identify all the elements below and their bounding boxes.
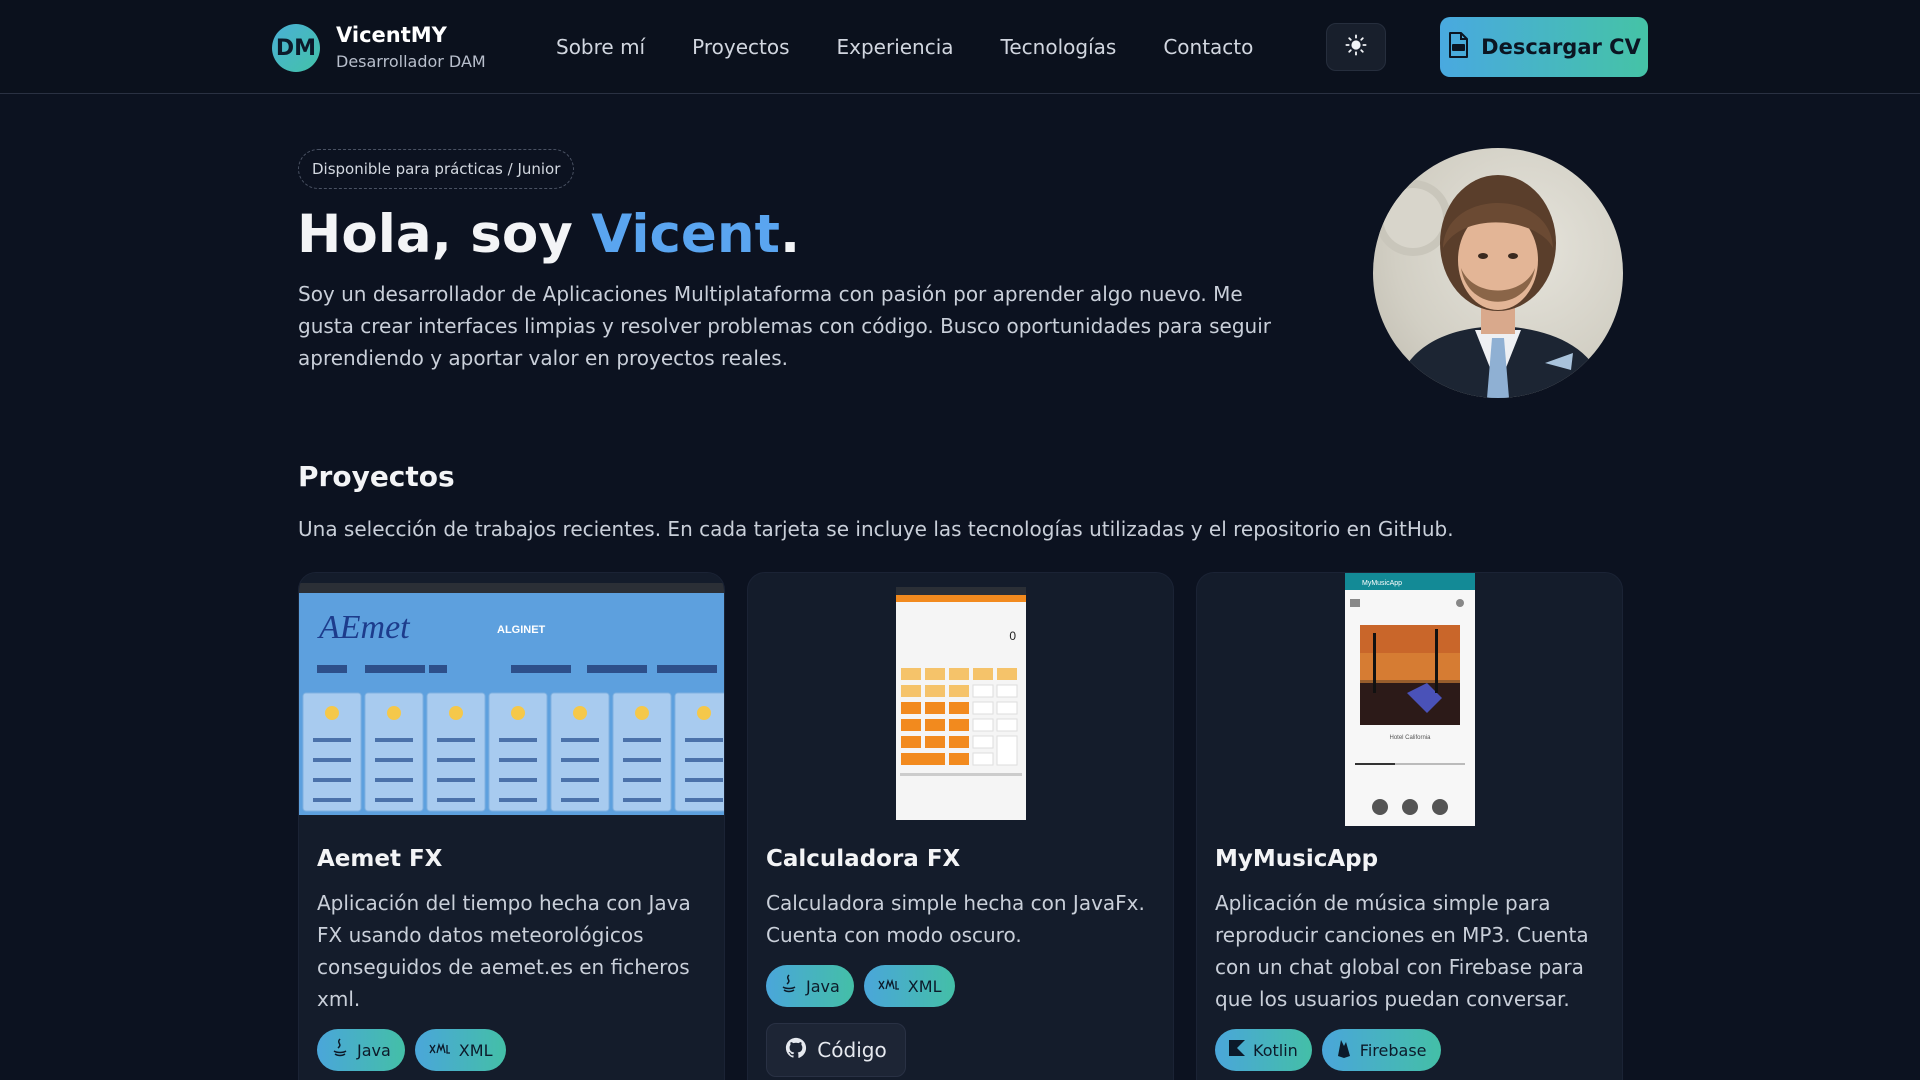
- project-description: Aplicación de música simple para reprodu…: [1215, 891, 1589, 1011]
- tag-label: Kotlin: [1253, 1040, 1298, 1060]
- xml-icon: [878, 977, 908, 996]
- java-icon: [331, 1038, 357, 1062]
- hero-description: Soy un desarrollador de Aplicaciones Mul…: [298, 282, 1272, 370]
- tag-xml: XML: [414, 1029, 507, 1071]
- site-header: DM VicentMY Desarrollador DAM Sobre mí P…: [0, 0, 1920, 94]
- pdf-file-icon: [1447, 31, 1481, 63]
- tag-java: Java: [766, 965, 854, 1007]
- hero-title: Hola, soy Vicent.: [297, 200, 800, 270]
- music-song-title: Hotel California: [1389, 735, 1431, 741]
- main-nav: Sobre mí Proyectos Experiencia Tecnologí…: [556, 30, 1300, 64]
- project-tags: Java XML: [766, 965, 965, 1007]
- xml-icon: [429, 1041, 459, 1060]
- github-icon: [785, 1037, 817, 1064]
- nav-link-experiencia[interactable]: Experiencia: [837, 30, 954, 64]
- nav-link-tecnologias[interactable]: Tecnologías: [1001, 30, 1117, 64]
- project-description: Aplicación del tiempo hecha con Java FX …: [317, 891, 691, 1011]
- kotlin-icon: [1229, 1040, 1253, 1060]
- tag-java: Java: [317, 1029, 405, 1071]
- download-cv-label: Descargar CV: [1481, 35, 1641, 59]
- sun-icon: [1345, 34, 1367, 60]
- hero-title-prefix: Hola, soy: [297, 204, 592, 265]
- projects-section-subtitle: Una selección de trabajos recientes. En …: [298, 517, 1454, 541]
- brand-role: Desarrollador DAM: [336, 52, 486, 71]
- code-button-label: Código: [817, 1038, 887, 1062]
- project-tags: Java XML: [317, 1029, 516, 1071]
- nav-link-proyectos[interactable]: Proyectos: [692, 30, 789, 64]
- firebase-icon: [1336, 1038, 1360, 1062]
- nav-link-contacto[interactable]: Contacto: [1163, 30, 1253, 64]
- project-card-aemet-fx[interactable]: AEmet ALGINET Aemet FX Aplicación del ti…: [298, 572, 725, 1080]
- tag-label: XML: [458, 1040, 493, 1060]
- nav-link-sobre-mi[interactable]: Sobre mí: [556, 30, 645, 64]
- download-cv-button[interactable]: Descargar CV: [1440, 17, 1648, 77]
- tag-label: Java: [806, 976, 840, 996]
- project-card-mymusicapp[interactable]: MyMusicApp Hotel California MyMusicApp A…: [1196, 572, 1623, 1080]
- project-tags: Kotlin Firebase: [1215, 1029, 1451, 1071]
- music-appbar-title: MyMusicApp: [1362, 580, 1402, 587]
- tag-firebase: Firebase: [1321, 1029, 1441, 1071]
- brand-name: VicentMY: [336, 23, 447, 47]
- project-title: MyMusicApp: [1215, 846, 1379, 872]
- hero-title-suffix: .: [779, 204, 801, 265]
- code-repo-button[interactable]: Código: [766, 1023, 906, 1077]
- tag-kotlin: Kotlin: [1215, 1029, 1312, 1071]
- tag-xml: XML: [863, 965, 956, 1007]
- tag-label: Java: [357, 1040, 391, 1060]
- aemet-logo: AEmet: [317, 609, 411, 646]
- theme-toggle-button[interactable]: [1326, 23, 1386, 71]
- project-screenshot-calculadora: 0: [748, 573, 1173, 826]
- project-screenshot-mymusicapp: MyMusicApp Hotel California: [1197, 573, 1622, 826]
- brand[interactable]: DM VicentMY Desarrollador DAM: [272, 22, 486, 74]
- project-title: Calculadora FX: [766, 846, 961, 872]
- calc-display: 0: [1009, 629, 1016, 643]
- availability-badge: Disponible para prácticas / Junior: [298, 149, 575, 189]
- avatar: DM: [272, 24, 320, 72]
- hero-title-name: Vicent: [591, 204, 780, 265]
- tag-label: Firebase: [1359, 1040, 1427, 1060]
- project-title: Aemet FX: [317, 846, 443, 872]
- aemet-town-header: ALGINET: [497, 624, 546, 636]
- profile-photo: [1373, 148, 1623, 398]
- tag-label: XML: [907, 976, 942, 996]
- project-screenshot-aemet: AEmet ALGINET: [299, 573, 724, 826]
- project-card-calculadora-fx[interactable]: 0 Calculadora FX Calculadora simple hech: [747, 572, 1174, 1080]
- projects-section-title: Proyectos: [298, 460, 455, 493]
- project-description: Calculadora simple hecha con JavaFx. Cue…: [766, 891, 1145, 947]
- java-icon: [780, 974, 806, 998]
